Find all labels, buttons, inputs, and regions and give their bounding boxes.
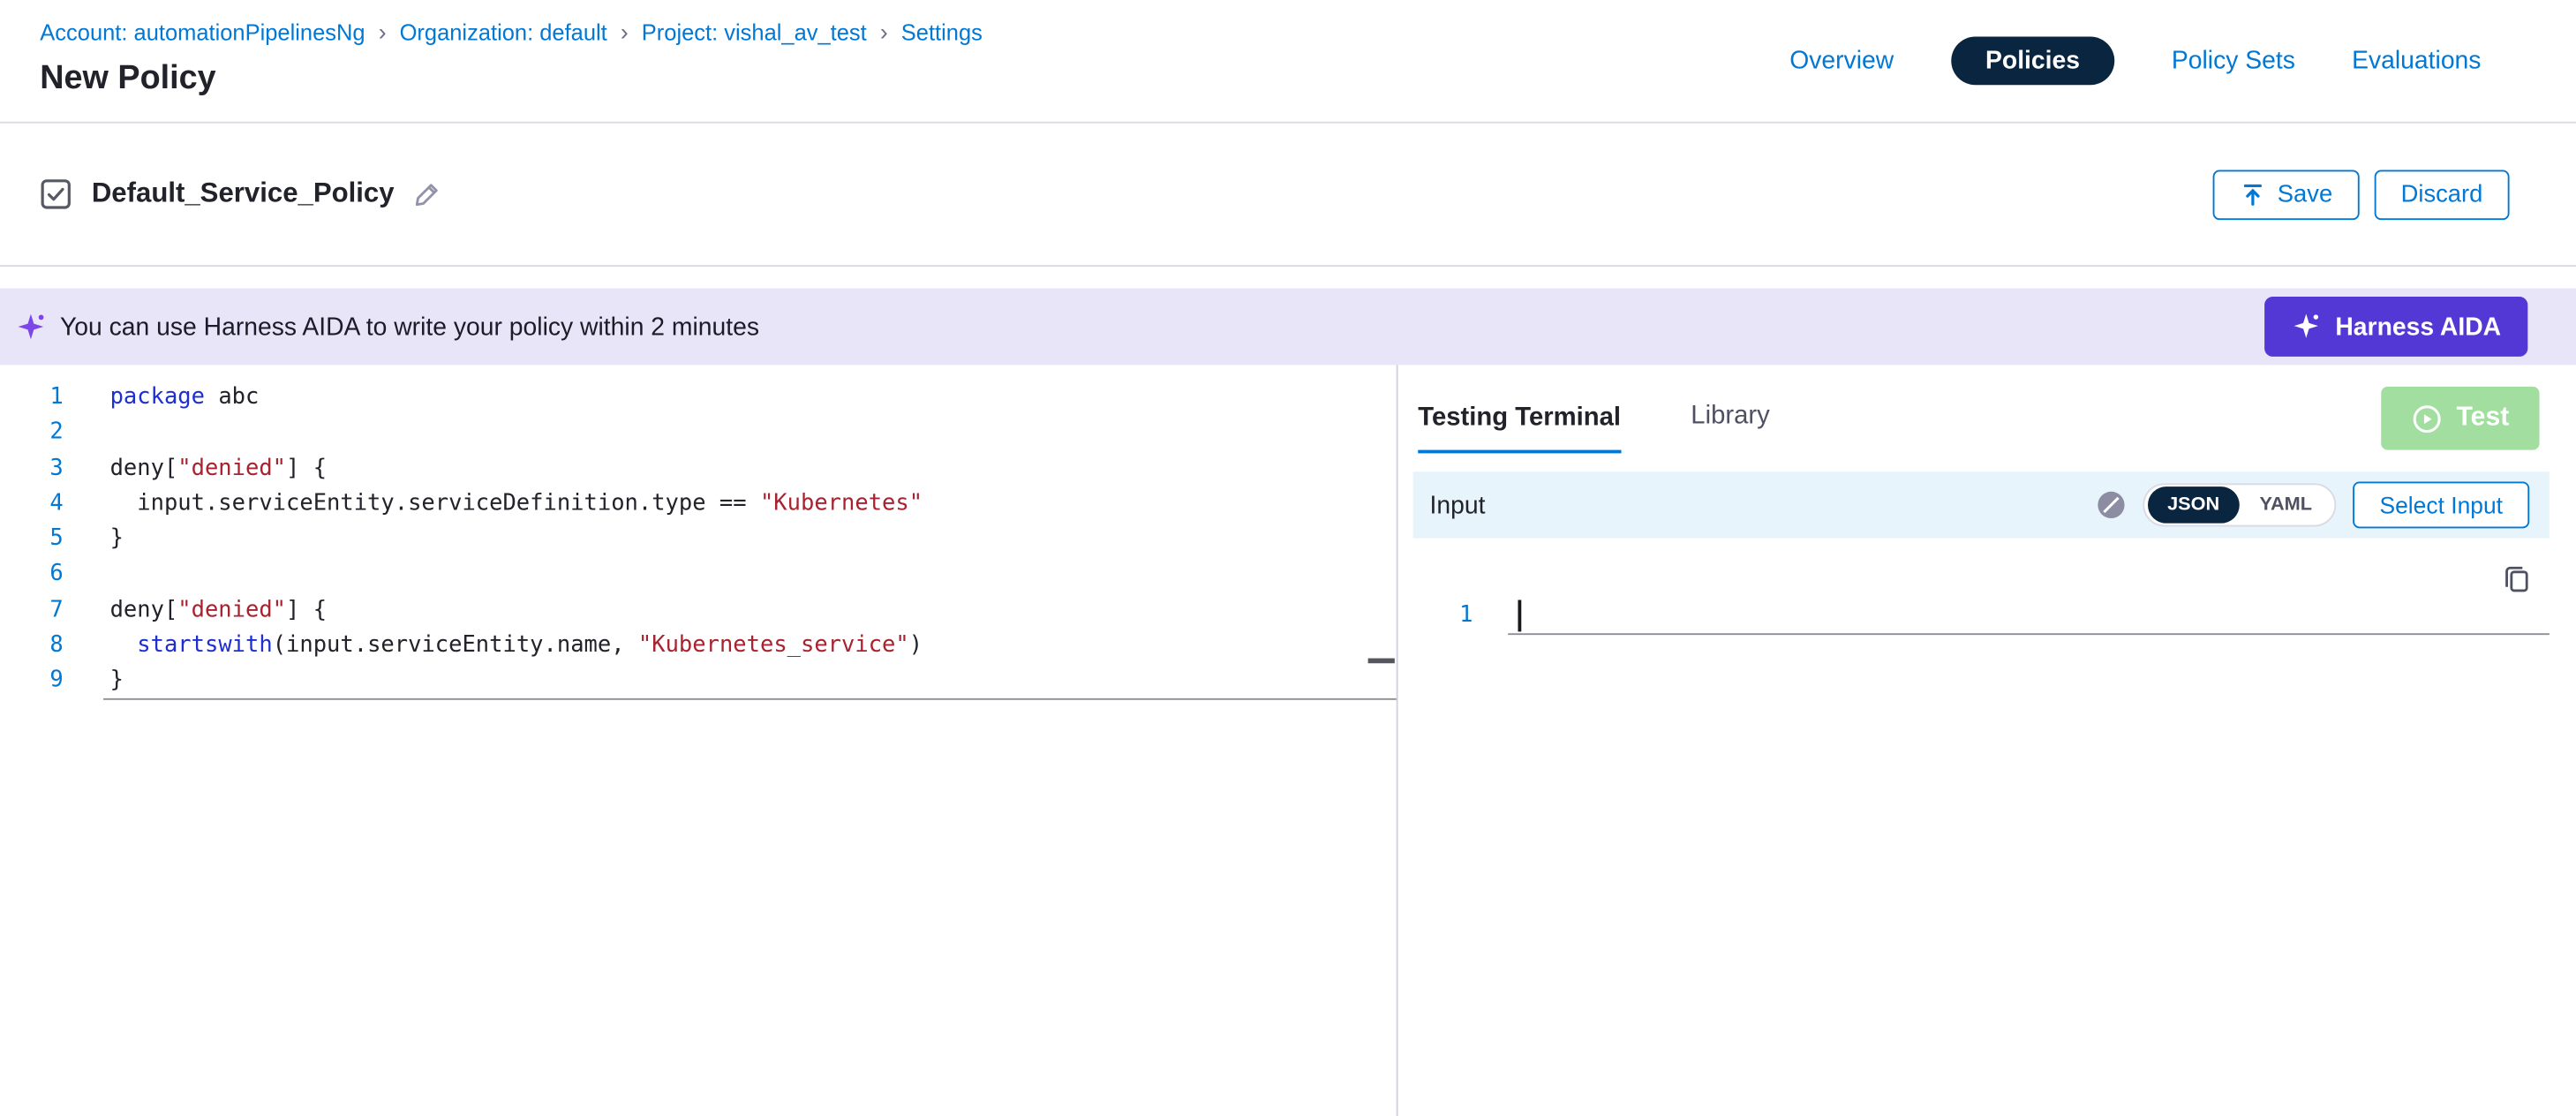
toolbar-actions: Save Discard — [2212, 170, 2509, 220]
policy-name: Default_Service_Policy — [92, 178, 395, 210]
breadcrumb-link[interactable]: Project: vishal_av_test — [642, 19, 867, 47]
nav-tab-policy-sets[interactable]: Policy Sets — [2172, 46, 2295, 74]
aida-sparkle-icon — [2290, 312, 2320, 342]
code-text: deny["denied"] { — [64, 592, 327, 628]
aida-banner: You can use Harness AIDA to write your p… — [0, 289, 2576, 366]
policy-toolbar: Default_Service_Policy Save Discard — [0, 124, 2576, 267]
breadcrumb-separator: › — [621, 19, 629, 47]
input-panel-header: Input JSONYAML Select Input — [1413, 471, 2550, 539]
policy-code-editor[interactable]: 1package abc23deny["denied"] {4 input.se… — [0, 365, 1398, 1116]
play-icon — [2411, 403, 2443, 434]
format-option-json[interactable]: JSON — [2147, 486, 2239, 524]
input-editor[interactable]: 1 — [1413, 599, 2550, 634]
tab-testing-terminal[interactable]: Testing Terminal — [1418, 403, 1621, 454]
tab-library[interactable]: Library — [1691, 402, 1769, 454]
nav-tab-evaluations[interactable]: Evaluations — [2352, 46, 2481, 74]
input-label: Input — [1429, 491, 1485, 519]
line-number: 9 — [0, 663, 64, 698]
input-current-line-border — [1508, 633, 2550, 635]
code-line: 7deny["denied"] { — [0, 592, 1397, 628]
line-number: 3 — [0, 451, 64, 486]
policy-checkbox-icon — [40, 178, 72, 210]
nav-tab-overview[interactable]: Overview — [1789, 46, 1894, 74]
aida-sparkle-icon — [15, 311, 47, 343]
current-line-border — [103, 698, 1397, 700]
upload-icon — [2239, 181, 2265, 207]
code-text: deny["denied"] { — [64, 451, 327, 486]
code-text — [64, 557, 110, 592]
harness-aida-button[interactable]: Harness AIDA — [2263, 297, 2527, 357]
clear-input-icon[interactable] — [2097, 490, 2127, 520]
header-nav-tabs: Overview Policies Policy Sets Evaluations — [1789, 34, 2481, 87]
text-cursor — [1518, 600, 1521, 632]
code-line: 4 input.serviceEntity.serviceDefinition.… — [0, 486, 1397, 522]
new-policy-page: Account: automationPipelinesNg › Organizat… — [0, 0, 2576, 1116]
main-content: 1package abc23deny["denied"] {4 input.se… — [0, 365, 2576, 1116]
breadcrumb-separator: › — [880, 19, 888, 47]
testing-terminal-panel: Testing Terminal Library Test Input JSONY… — [1398, 365, 2576, 1116]
line-number: 7 — [0, 592, 64, 628]
breadcrumb-link[interactable]: Account: automationPipelinesNg — [40, 19, 365, 47]
code-line: 5} — [0, 522, 1397, 557]
line-number: 8 — [0, 628, 64, 663]
breadcrumb-link[interactable]: Organization: default — [400, 19, 607, 47]
select-input-button[interactable]: Select Input — [2353, 481, 2529, 528]
code-text — [64, 415, 110, 450]
line-number: 6 — [0, 557, 64, 592]
breadcrumb-link[interactable]: Settings — [901, 19, 983, 47]
test-button[interactable]: Test — [2381, 387, 2539, 450]
harness-aida-button-label: Harness AIDA — [2335, 313, 2501, 341]
discard-button[interactable]: Discard — [2374, 170, 2509, 220]
code-text: package abc — [64, 380, 260, 415]
code-line: 3deny["denied"] { — [0, 451, 1397, 486]
code-text: input.serviceEntity.serviceDefinition.ty… — [64, 486, 923, 522]
code-text: startswith(input.serviceEntity.name, "Ku… — [64, 628, 923, 663]
copy-icon[interactable] — [2501, 563, 2533, 600]
discard-button-label: Discard — [2401, 181, 2483, 207]
input-header-actions: JSONYAML Select Input — [2097, 481, 2529, 528]
line-number: 2 — [0, 415, 64, 450]
code-text: } — [64, 663, 124, 698]
save-button-label: Save — [2278, 181, 2332, 207]
overview-ruler-marker — [1368, 659, 1395, 663]
terminal-tabs: Testing Terminal Library — [1418, 365, 1769, 453]
code-line: 8 startswith(input.serviceEntity.name, "… — [0, 628, 1397, 663]
line-number: 5 — [0, 522, 64, 557]
aida-banner-message: You can use Harness AIDA to write your p… — [60, 313, 759, 341]
code-line: 1package abc — [0, 380, 1397, 415]
breadcrumb-separator: › — [379, 19, 387, 47]
test-button-label: Test — [2456, 403, 2509, 434]
code-line: 9} — [0, 663, 1397, 698]
edit-pencil-icon[interactable] — [412, 180, 441, 208]
format-option-yaml[interactable]: YAML — [2240, 486, 2332, 524]
line-number: 1 — [0, 380, 64, 415]
save-button[interactable]: Save — [2212, 170, 2359, 220]
line-number: 1 — [1413, 599, 1473, 634]
format-toggle: JSONYAML — [2143, 483, 2337, 526]
policy-code-lines: 1package abc23deny["denied"] {4 input.se… — [0, 380, 1397, 698]
code-line: 6 — [0, 557, 1397, 592]
nav-tab-policies[interactable]: Policies — [1950, 36, 2114, 85]
page-header: Account: automationPipelinesNg › Organizat… — [0, 0, 2576, 124]
code-text: } — [64, 522, 124, 557]
code-line: 2 — [0, 415, 1397, 450]
line-number: 4 — [0, 486, 64, 522]
